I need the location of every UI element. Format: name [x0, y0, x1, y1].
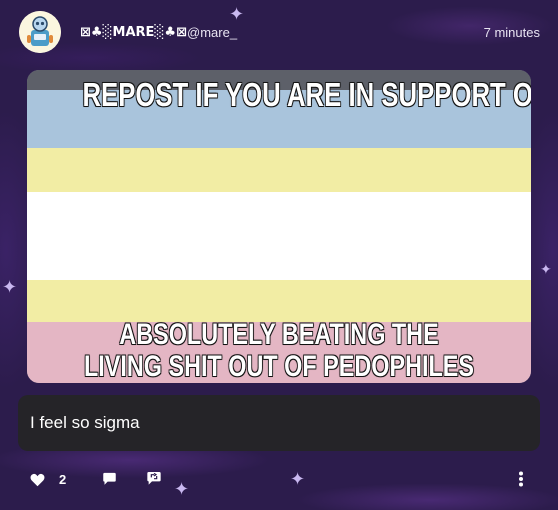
star-decoration: ✦ [174, 479, 190, 499]
star-decoration: ✦ [540, 261, 552, 277]
flag-stripe-white [27, 192, 531, 280]
repost-icon [147, 472, 161, 485]
more-options-icon [519, 471, 523, 487]
post-caption-box: I feel so sigma [18, 395, 540, 451]
like-count: 2 [59, 472, 67, 487]
post-timestamp[interactable]: 7 minutes [484, 25, 540, 40]
star-decoration: ✦ [2, 277, 18, 297]
author-display-name[interactable]: ⊠♣░MARE░♣⊠ [80, 25, 187, 40]
comment-button[interactable] [102, 471, 117, 486]
repost-button[interactable] [146, 470, 162, 486]
like-button[interactable]: 2 [30, 472, 66, 487]
meme-bottom-text-line2: LIVING SHIT OUT OF PEDOPHILES [83, 350, 475, 383]
robot-avatar-icon [19, 11, 61, 53]
star-decoration: ✦ [290, 469, 306, 489]
post-caption: I feel so sigma [30, 413, 140, 432]
heart-icon [30, 473, 45, 486]
post-image[interactable]: REPOST IF YOU ARE IN SUPPORT OF ABSOLUTE… [27, 70, 531, 383]
author-avatar[interactable] [19, 11, 61, 53]
more-options-button[interactable] [518, 471, 524, 487]
post-header: ⊠♣░MARE░♣⊠ @mare_ 7 minutes [0, 0, 558, 64]
meme-bottom-text-line1: ABSOLUTELY BEATING THE [119, 318, 439, 351]
flag-stripe-yellow [27, 148, 531, 192]
meme-top-text: REPOST IF YOU ARE IN SUPPORT OF [82, 76, 531, 113]
author-handle[interactable]: @mare_ [187, 25, 237, 40]
comment-icon [103, 472, 116, 485]
flag-stripe-yellow [27, 280, 531, 322]
